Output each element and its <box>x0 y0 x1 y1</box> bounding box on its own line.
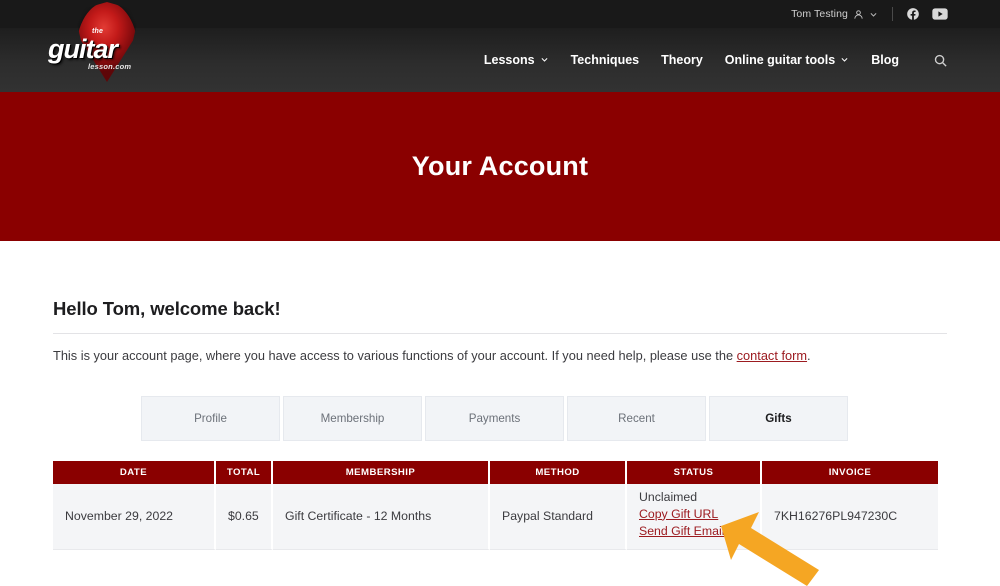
site-header: Tom Testing the guitar lesson.com Lesson… <box>0 0 1000 92</box>
nav-item-label: Blog <box>871 53 899 67</box>
cell-date: November 29, 2022 <box>53 483 216 550</box>
logo-sub-label: lesson.com <box>88 62 132 71</box>
nav-item-label: Lessons <box>483 53 535 67</box>
person-icon <box>853 9 864 20</box>
arrow-up-left-icon <box>715 508 825 586</box>
nav-item-techniques[interactable]: Techniques <box>571 53 640 67</box>
site-logo[interactable]: the guitar lesson.com <box>48 2 150 102</box>
nav-item-label: Techniques <box>570 53 640 67</box>
youtube-icon[interactable] <box>932 8 948 20</box>
nav-item-online-guitar-tools[interactable]: Online guitar tools <box>725 53 849 67</box>
nav-item-label: Online guitar tools <box>724 53 836 67</box>
cell-method: Paypal Standard <box>490 483 627 550</box>
account-tabs: Profile Membership Payments Recent Gifts <box>141 395 947 441</box>
search-icon[interactable] <box>933 53 948 68</box>
column-header-membership: MEMBERSHIP <box>273 460 490 484</box>
hero-banner: Your Account <box>0 92 1000 241</box>
user-menu[interactable]: Tom Testing <box>791 8 878 20</box>
tab-membership[interactable]: Membership <box>283 395 422 441</box>
topbar-divider <box>892 7 893 21</box>
cell-total: $0.65 <box>216 483 273 550</box>
logo-text: the guitar lesson.com <box>48 28 150 71</box>
tab-gifts[interactable]: Gifts <box>709 395 848 441</box>
column-header-invoice: INVOICE <box>762 460 938 484</box>
logo-main-label: guitar <box>48 34 118 64</box>
tab-label: Membership <box>320 411 385 425</box>
greeting-heading: Hello Tom, welcome back! <box>53 298 281 319</box>
nav-item-lessons[interactable]: Lessons <box>484 53 549 67</box>
chevron-down-icon <box>540 53 549 67</box>
tab-label: Profile <box>194 411 227 425</box>
column-header-method: METHOD <box>490 460 627 484</box>
contact-form-link[interactable]: contact form <box>737 348 807 363</box>
intro-text-before: This is your account page, where you hav… <box>53 348 737 363</box>
nav-item-label: Theory <box>661 53 703 67</box>
table-header-row: DATE TOTAL MEMBERSHIP METHOD STATUS INVO… <box>53 460 938 484</box>
tab-label: Payments <box>468 411 521 425</box>
nav-item-blog[interactable]: Blog <box>871 53 899 67</box>
tab-label: Recent <box>618 411 655 425</box>
cell-membership: Gift Certificate - 12 Months <box>273 483 490 550</box>
social-links <box>906 7 948 21</box>
column-header-date: DATE <box>53 460 216 484</box>
nav-item-theory[interactable]: Theory <box>661 53 703 67</box>
column-header-total: TOTAL <box>216 460 273 484</box>
status-badge: Unclaimed <box>639 489 698 504</box>
tab-label: Gifts <box>765 411 792 425</box>
table-header: DATE TOTAL MEMBERSHIP METHOD STATUS INVO… <box>53 460 938 484</box>
page-title: Your Account <box>411 151 589 181</box>
tab-recent[interactable]: Recent <box>567 395 706 441</box>
page-root: Tom Testing the guitar lesson.com Lesson… <box>0 0 1000 586</box>
chevron-down-icon <box>869 10 878 19</box>
logo-the-label: the <box>92 28 104 35</box>
intro-paragraph: This is your account page, where you hav… <box>53 347 947 366</box>
heading-divider <box>53 333 947 334</box>
main-content: Hello Tom, welcome back! This is your ac… <box>0 298 1000 550</box>
top-utility-bar: Tom Testing <box>0 0 1000 28</box>
intro-text-after: . <box>807 348 811 363</box>
user-name-label: Tom Testing <box>791 8 848 20</box>
main-navigation: Lessons Techniques Theory Online guitar … <box>484 28 948 92</box>
tab-profile[interactable]: Profile <box>141 395 280 441</box>
column-header-status: STATUS <box>627 460 762 484</box>
chevron-down-icon <box>840 53 849 67</box>
facebook-icon[interactable] <box>906 7 920 21</box>
tab-payments[interactable]: Payments <box>425 395 564 441</box>
